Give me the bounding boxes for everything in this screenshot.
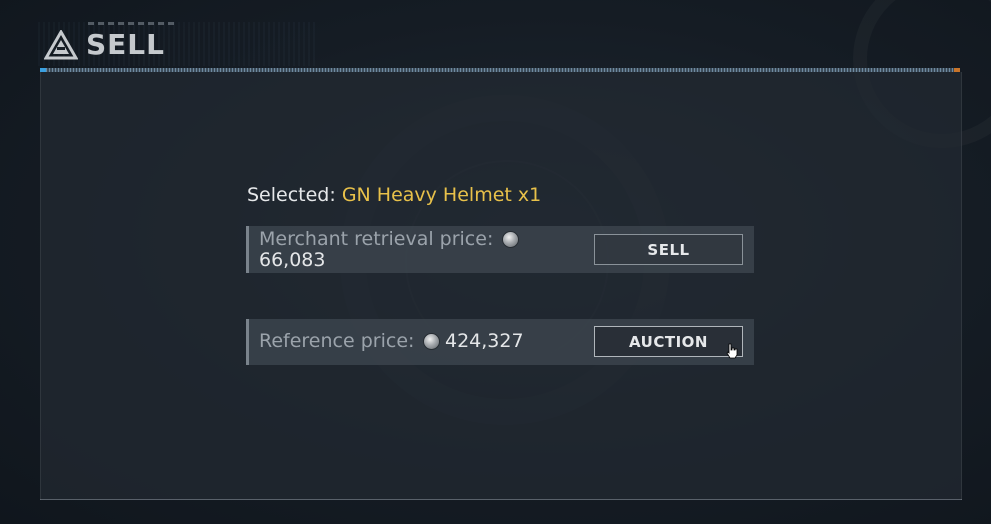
hand-cursor-icon xyxy=(726,343,738,359)
reference-price-row: Reference price: 424,327 AUCTION xyxy=(246,319,754,365)
panel-bottom-border xyxy=(40,499,962,500)
selected-item-name: GN Heavy Helmet x1 xyxy=(341,184,542,206)
silver-coin-icon xyxy=(424,334,439,349)
sell-button[interactable]: SELL xyxy=(594,234,743,265)
silver-coin-icon xyxy=(503,232,518,247)
sell-panel xyxy=(40,72,962,500)
page-header: SELL xyxy=(38,22,318,66)
selected-prefix: Selected: xyxy=(247,184,342,206)
reference-price-label: Reference price: xyxy=(259,330,415,352)
merchant-price-label: Merchant retrieval price: xyxy=(259,228,494,250)
header-glow xyxy=(38,22,318,66)
header-ticks xyxy=(88,22,178,25)
selected-item-line: Selected: GN Heavy Helmet x1 xyxy=(247,184,541,206)
page-title: SELL xyxy=(86,28,165,61)
auction-button[interactable]: AUCTION xyxy=(594,326,743,357)
merchant-retrieval-row: Merchant retrieval price: 66,083 SELL xyxy=(246,226,754,273)
triangle-emblem-icon xyxy=(44,30,78,60)
reference-price-value: 424,327 xyxy=(445,330,524,352)
merchant-price-value: 66,083 xyxy=(259,249,326,271)
